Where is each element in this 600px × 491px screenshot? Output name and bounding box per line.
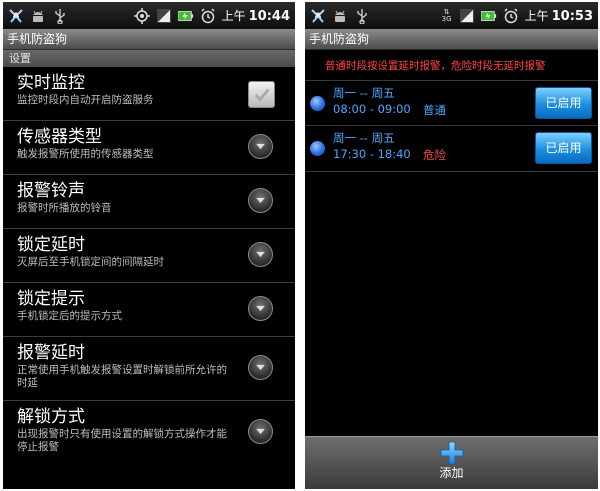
- schedule-time: 08:00 - 09:00: [333, 102, 411, 116]
- dropdown-arrow-icon[interactable]: [248, 242, 273, 267]
- schedule-screen: ⇅ 3G 上午 10:53 手机防盗狗 普通时段按设置延时报警，危险时段无延时报警 …: [305, 2, 598, 489]
- schedule-dot-icon: [310, 96, 325, 111]
- dropdown-arrow-icon[interactable]: [248, 296, 273, 321]
- pref-alarm-ringtone[interactable]: 报警铃声 报警时所播放的铃音: [3, 175, 295, 229]
- pref-realtime-monitor[interactable]: 实时监控 监控时段内自动开启防盗服务: [3, 67, 295, 121]
- schedule-notice: 普通时段按设置延时报警，危险时段无延时报警: [325, 60, 546, 72]
- pref-alarm-delay[interactable]: 报警延时 正常使用手机触发报警设置时解锁前所允许的时延: [3, 337, 295, 401]
- pref-title: 解锁方式: [17, 407, 85, 427]
- app-title: 手机防盗狗: [305, 29, 598, 50]
- schedule-level: 危险: [423, 148, 446, 162]
- pref-summary: 出现报警时只有使用设置的解锁方式操作才能停止报警: [17, 428, 227, 453]
- checkbox-checked-icon[interactable]: [248, 81, 275, 108]
- dropdown-arrow-icon[interactable]: [248, 134, 273, 159]
- pref-summary: 正常使用手机触发报警设置时解锁前所允许的时延: [17, 364, 227, 389]
- schedule-days: 周一 -- 周五: [333, 131, 395, 145]
- alarm-clock-icon: [200, 7, 216, 24]
- pref-title: 报警铃声: [17, 181, 85, 201]
- network-3g-indicator: ⇅ 3G: [441, 7, 452, 23]
- pref-summary: 触发报警所使用的传感器类型: [17, 148, 154, 160]
- enabled-toggle-button[interactable]: 已启用: [535, 87, 592, 119]
- pref-summary: 监控时段内自动开启防盗服务: [17, 94, 154, 106]
- add-label: 添加: [439, 466, 464, 480]
- app-title: 手机防盗狗: [3, 29, 295, 50]
- screenshot-stage: 上午 10:44 手机防盗狗 设置 实时监控 监控时段内自动开启防盗服务 传感器类…: [0, 0, 600, 491]
- schedule-level: 普通: [423, 103, 446, 117]
- pref-summary: 灭屏后至手机锁定间的间隔延时: [17, 256, 164, 268]
- pref-unlock-method[interactable]: 解锁方式 出现报警时只有使用设置的解锁方式操作才能停止报警: [3, 401, 295, 465]
- battery-charging-icon: [177, 8, 194, 24]
- status-clock: 上午 10:44: [221, 9, 290, 24]
- dropdown-arrow-icon[interactable]: [248, 188, 273, 213]
- pref-sensor-type[interactable]: 传感器类型 触发报警所使用的传感器类型: [3, 121, 295, 175]
- pref-title: 报警延时: [17, 343, 85, 363]
- plus-icon: [440, 441, 463, 465]
- schedule-time: 17:30 - 18:40: [333, 147, 411, 161]
- enabled-toggle-button[interactable]: 已启用: [535, 132, 592, 164]
- pref-lock-prompt[interactable]: 锁定提示 手机锁定后的提示方式: [3, 283, 295, 337]
- pref-title: 锁定延时: [17, 235, 85, 255]
- alarm-clock-icon: [503, 7, 519, 24]
- status-clock: 上午 10:53: [524, 9, 593, 24]
- dropdown-arrow-icon[interactable]: [248, 419, 273, 444]
- add-schedule-button[interactable]: 添加: [305, 436, 598, 489]
- signal-icon: [156, 8, 172, 24]
- android-debug-icon: [30, 8, 46, 24]
- pref-summary: 手机锁定后的提示方式: [17, 310, 122, 322]
- pref-summary: 报警时所播放的铃音: [17, 202, 112, 214]
- status-bar: 上午 10:44: [3, 2, 295, 29]
- section-header-settings: 设置: [3, 50, 295, 67]
- schedule-row[interactable]: 周一 -- 周五 08:00 - 09:00 普通 已启用: [305, 80, 598, 126]
- gps-icon: [133, 7, 150, 24]
- schedule-days: 周一 -- 周五: [333, 86, 395, 100]
- pref-lock-delay[interactable]: 锁定延时 灭屏后至手机锁定间的间隔延时: [3, 229, 295, 283]
- android-debug-icon: [332, 8, 348, 24]
- usb-icon: [354, 8, 370, 24]
- signal-icon: [459, 8, 475, 24]
- schedule-row[interactable]: 周一 -- 周五 17:30 - 18:40 危险 已启用: [305, 126, 598, 172]
- pref-title: 传感器类型: [17, 127, 102, 147]
- pref-title: 锁定提示: [17, 289, 85, 309]
- pref-title: 实时监控: [17, 73, 85, 93]
- settings-screen: 上午 10:44 手机防盗狗 设置 实时监控 监控时段内自动开启防盗服务 传感器类…: [3, 2, 295, 489]
- status-bar: ⇅ 3G 上午 10:53: [305, 2, 598, 29]
- app-dog-icon: [8, 8, 24, 24]
- usb-icon: [52, 8, 68, 24]
- dropdown-arrow-icon[interactable]: [248, 355, 273, 380]
- app-dog-icon: [310, 8, 326, 24]
- battery-charging-icon: [480, 8, 497, 24]
- schedule-dot-icon: [310, 141, 325, 156]
